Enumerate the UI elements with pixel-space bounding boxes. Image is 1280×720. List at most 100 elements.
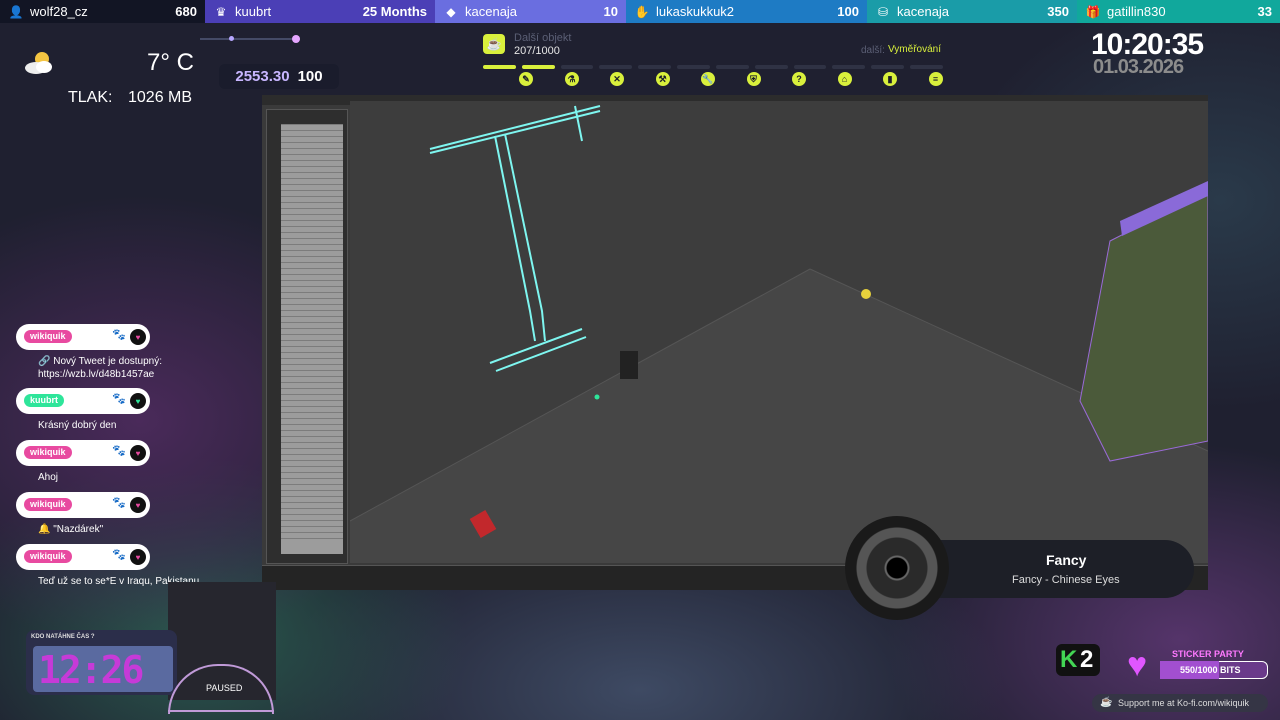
outliner-row[interactable] bbox=[281, 154, 343, 155]
hammer-icon: ⚒ bbox=[655, 72, 670, 86]
outliner-row[interactable] bbox=[281, 178, 343, 179]
outliner-row[interactable] bbox=[281, 418, 343, 419]
outliner-row[interactable] bbox=[281, 496, 343, 497]
slider-track bbox=[200, 38, 300, 40]
outliner-row[interactable] bbox=[281, 508, 343, 509]
outliner-row[interactable] bbox=[281, 448, 343, 449]
outliner-row[interactable] bbox=[281, 262, 343, 263]
outliner-row[interactable] bbox=[281, 304, 343, 305]
paw-icon: 🐾 bbox=[112, 393, 126, 405]
chat-user-badge: wikiquik 🐾 ♥ bbox=[16, 324, 150, 350]
goal-progress-segment bbox=[483, 65, 516, 69]
outliner-row[interactable] bbox=[281, 502, 343, 503]
outliner-row[interactable] bbox=[281, 454, 343, 455]
heart-icon: ♥ bbox=[1127, 646, 1148, 684]
outliner-row[interactable] bbox=[281, 352, 343, 353]
outliner-row[interactable] bbox=[281, 166, 343, 167]
outliner-row[interactable] bbox=[281, 388, 343, 389]
paw-icon: 🐾 bbox=[112, 445, 126, 457]
outliner-row[interactable] bbox=[281, 334, 343, 335]
outliner-row[interactable] bbox=[281, 298, 343, 299]
outliner-row[interactable] bbox=[281, 460, 343, 461]
now-playing-title: Fancy bbox=[1046, 552, 1087, 568]
scene-outliner-panel[interactable] bbox=[266, 109, 348, 564]
outliner-row[interactable] bbox=[281, 406, 343, 407]
3d-viewport[interactable] bbox=[350, 101, 1208, 563]
paused-underline bbox=[168, 710, 274, 712]
outliner-row[interactable] bbox=[281, 130, 343, 131]
outliner-row[interactable] bbox=[281, 268, 343, 269]
outliner-row[interactable] bbox=[281, 184, 343, 185]
goal-widget: ☕ Další objekt 207/1000 další: Vyměřován… bbox=[483, 32, 943, 92]
outliner-row[interactable] bbox=[281, 124, 343, 125]
chat-link[interactable]: https://wzb.lv/d48b1457ae bbox=[38, 369, 154, 380]
outliner-row[interactable] bbox=[281, 148, 343, 149]
outliner-row[interactable] bbox=[281, 520, 343, 521]
scene-outliner-tree[interactable] bbox=[281, 124, 343, 554]
outliner-row[interactable] bbox=[281, 364, 343, 365]
leaderboard-value: 25 Months bbox=[362, 4, 427, 19]
outliner-row[interactable] bbox=[281, 526, 343, 527]
outliner-row[interactable] bbox=[281, 160, 343, 161]
outliner-row[interactable] bbox=[281, 394, 343, 395]
outliner-row[interactable] bbox=[281, 340, 343, 341]
outliner-row[interactable] bbox=[281, 136, 343, 137]
outliner-row[interactable] bbox=[281, 310, 343, 311]
outliner-row[interactable] bbox=[281, 382, 343, 383]
heart-badge-icon: ♥ bbox=[130, 329, 146, 345]
outliner-row[interactable] bbox=[281, 250, 343, 251]
close-icon: ✕ bbox=[610, 72, 624, 86]
k2-logo: K 2 bbox=[1056, 644, 1100, 676]
outliner-row[interactable] bbox=[281, 142, 343, 143]
chat-text: 🔗 Nový Tweet je dostupný: bbox=[38, 356, 162, 367]
outliner-row[interactable] bbox=[281, 202, 343, 203]
outliner-row[interactable] bbox=[281, 328, 343, 329]
outliner-row[interactable] bbox=[281, 226, 343, 227]
outliner-row[interactable] bbox=[281, 484, 343, 485]
modeling-software-window[interactable] bbox=[262, 95, 1208, 590]
outliner-row[interactable] bbox=[281, 190, 343, 191]
outliner-row[interactable] bbox=[281, 514, 343, 515]
outliner-row[interactable] bbox=[281, 442, 343, 443]
outliner-row[interactable] bbox=[281, 238, 343, 239]
outliner-row[interactable] bbox=[281, 400, 343, 401]
score-value: 2553.30 bbox=[235, 68, 290, 85]
outliner-row[interactable] bbox=[281, 196, 343, 197]
outliner-row[interactable] bbox=[281, 316, 343, 317]
outliner-row[interactable] bbox=[281, 346, 343, 347]
kofi-banner[interactable]: ☕ Support me at Ko-fi.com/wikiquik bbox=[1092, 694, 1268, 712]
outliner-row[interactable] bbox=[281, 430, 343, 431]
outliner-row[interactable] bbox=[281, 538, 343, 539]
outliner-row[interactable] bbox=[281, 358, 343, 359]
outliner-row[interactable] bbox=[281, 292, 343, 293]
viewport-scene bbox=[350, 105, 1208, 563]
outliner-row[interactable] bbox=[281, 424, 343, 425]
outliner-row[interactable] bbox=[281, 208, 343, 209]
outliner-row[interactable] bbox=[281, 532, 343, 533]
goal-progress-segment bbox=[871, 65, 905, 69]
outliner-row[interactable] bbox=[281, 490, 343, 491]
outliner-row[interactable] bbox=[281, 256, 343, 257]
shield-icon: ⛨ bbox=[746, 72, 761, 86]
outliner-row[interactable] bbox=[281, 478, 343, 479]
outliner-row[interactable] bbox=[281, 412, 343, 413]
outliner-row[interactable] bbox=[281, 370, 343, 371]
outliner-row[interactable] bbox=[281, 376, 343, 377]
outliner-row[interactable] bbox=[281, 214, 343, 215]
outliner-row[interactable] bbox=[281, 280, 343, 281]
leaderboard-item: ✋ lukaskukkuk2 100 bbox=[626, 0, 867, 23]
outliner-row[interactable] bbox=[281, 232, 343, 233]
user-plus-icon: 👤 bbox=[8, 4, 24, 19]
outliner-row[interactable] bbox=[281, 286, 343, 287]
chat-username: wikiquik bbox=[24, 446, 72, 459]
outliner-row[interactable] bbox=[281, 436, 343, 437]
outliner-row[interactable] bbox=[281, 466, 343, 467]
outliner-row[interactable] bbox=[281, 322, 343, 323]
diamond-icon: ◆ bbox=[446, 4, 456, 19]
outliner-row[interactable] bbox=[281, 274, 343, 275]
heart-badge-icon: ♥ bbox=[130, 549, 146, 565]
outliner-row[interactable] bbox=[281, 172, 343, 173]
outliner-row[interactable] bbox=[281, 244, 343, 245]
outliner-row[interactable] bbox=[281, 220, 343, 221]
outliner-row[interactable] bbox=[281, 472, 343, 473]
